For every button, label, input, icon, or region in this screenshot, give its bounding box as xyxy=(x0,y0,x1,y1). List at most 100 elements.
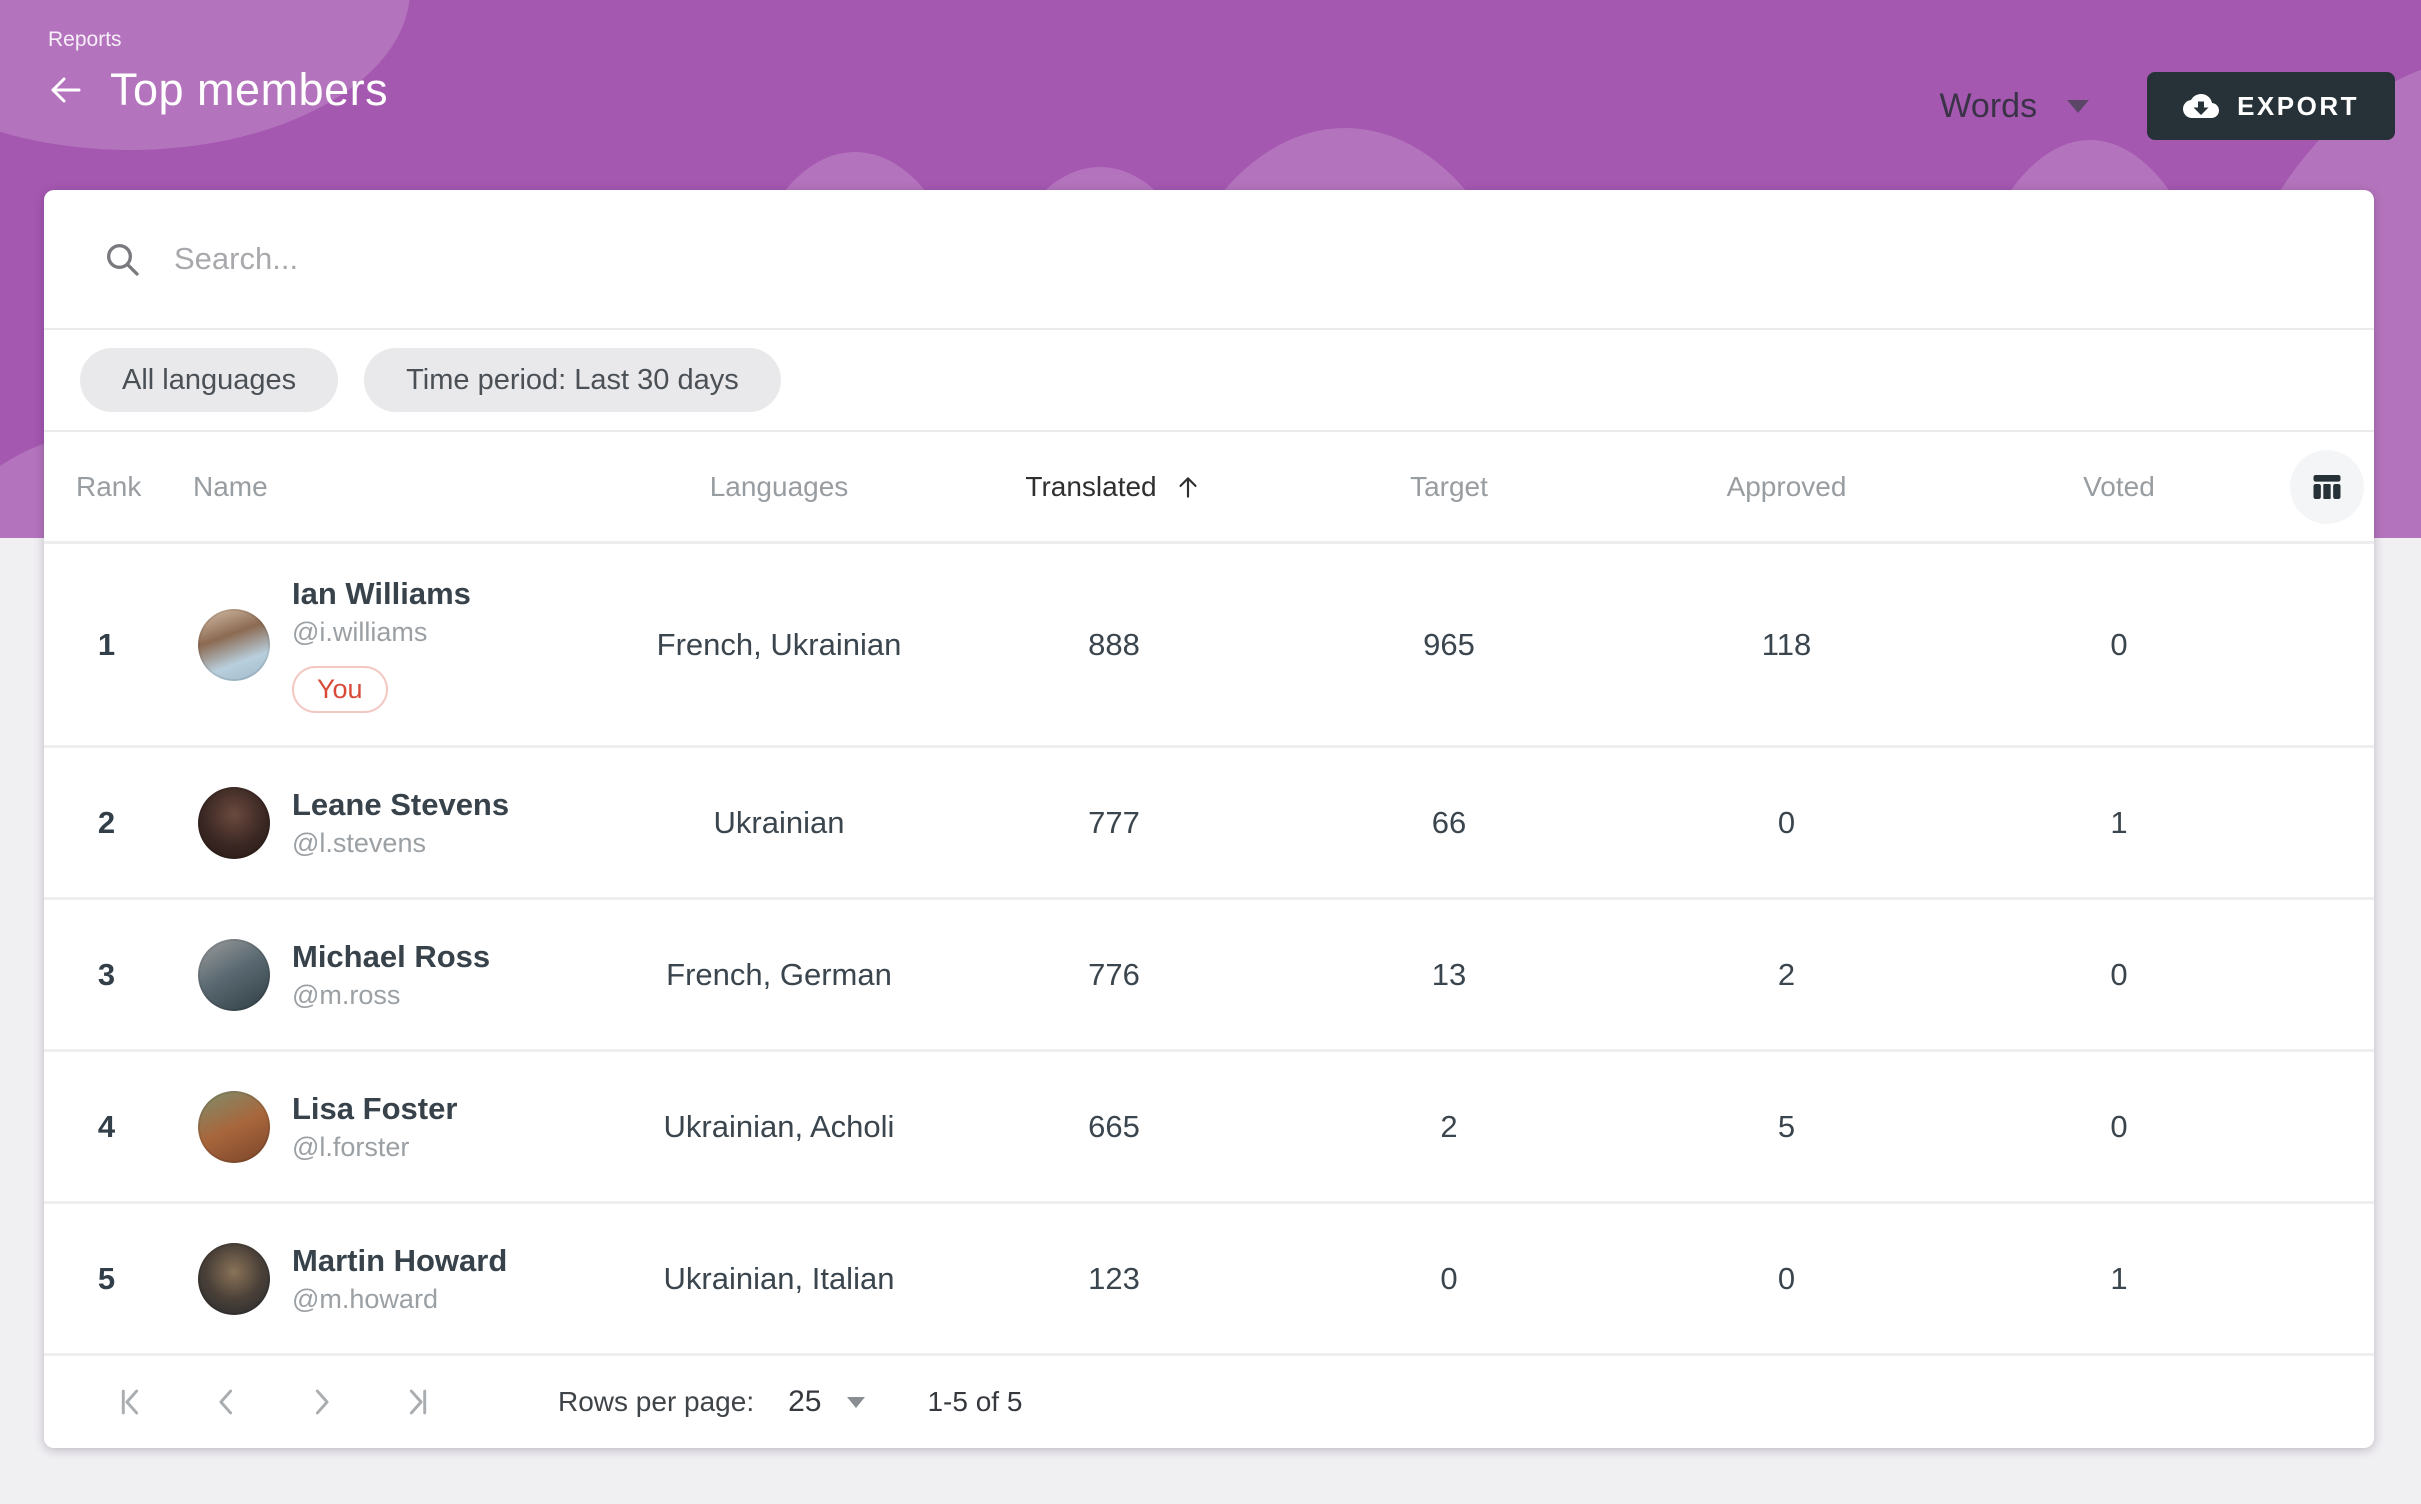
avatar xyxy=(198,609,270,681)
back-button[interactable] xyxy=(40,64,92,116)
last-page-button[interactable] xyxy=(398,1385,432,1419)
filter-chips-row: All languages Time period: Last 30 days xyxy=(44,330,2374,432)
previous-page-button[interactable] xyxy=(210,1385,244,1419)
header-actions: Words EXPORT xyxy=(1939,72,2395,140)
languages-cell: French, Ukrainian xyxy=(609,627,949,663)
chevron-down-icon xyxy=(2067,100,2089,113)
approved-cell: 0 xyxy=(1619,805,1954,841)
column-header-approved[interactable]: Approved xyxy=(1619,471,1954,503)
avatar xyxy=(198,939,270,1011)
search-bar xyxy=(44,190,2374,330)
rank-cell: 1 xyxy=(44,627,169,663)
top-members-report-page: Reports Top members Words EXPORT xyxy=(0,0,2421,1504)
table-row: 3 Michael Ross @m.ross French, German 77… xyxy=(44,900,2374,1052)
member-handle: @i.williams xyxy=(292,617,471,648)
page-title: Top members xyxy=(110,64,388,116)
table-header-row: Rank Name Languages Translated Target Ap… xyxy=(44,432,2374,544)
table-columns-icon xyxy=(2309,469,2345,505)
avatar xyxy=(198,787,270,859)
export-button[interactable]: EXPORT xyxy=(2147,72,2395,140)
pagination-bar: Rows per page: 25 1-5 of 5 xyxy=(44,1356,2374,1448)
table-row: 4 Lisa Foster @l.forster Ukrainian, Acho… xyxy=(44,1052,2374,1204)
translated-cell: 123 xyxy=(949,1261,1279,1297)
target-cell: 965 xyxy=(1279,627,1619,663)
approved-cell: 118 xyxy=(1619,627,1954,663)
member-cell: Leane Stevens @l.stevens xyxy=(169,787,609,859)
cloud-download-icon xyxy=(2183,88,2219,124)
languages-cell: Ukrainian, Italian xyxy=(609,1261,949,1297)
column-header-target[interactable]: Target xyxy=(1279,471,1619,503)
member-handle: @l.forster xyxy=(292,1132,457,1163)
chevron-down-icon xyxy=(847,1397,865,1408)
export-button-label: EXPORT xyxy=(2237,91,2359,122)
report-unit-value: Words xyxy=(1939,87,2037,126)
rows-per-page-label: Rows per page: xyxy=(558,1386,754,1418)
member-cell: Martin Howard @m.howard xyxy=(169,1243,609,1315)
search-input[interactable] xyxy=(172,240,2316,278)
member-handle: @m.howard xyxy=(292,1284,507,1315)
voted-cell: 0 xyxy=(1954,627,2284,663)
breadcrumb[interactable]: Reports xyxy=(48,28,122,52)
chevron-left-icon xyxy=(210,1385,244,1419)
member-name: Martin Howard xyxy=(292,1243,507,1279)
rank-cell: 5 xyxy=(44,1261,169,1297)
target-cell: 2 xyxy=(1279,1109,1619,1145)
column-settings-button[interactable] xyxy=(2290,450,2364,524)
voted-cell: 0 xyxy=(1954,1109,2284,1145)
last-page-icon xyxy=(398,1385,432,1419)
approved-cell: 0 xyxy=(1619,1261,1954,1297)
member-name: Leane Stevens xyxy=(292,787,509,823)
column-header-translated[interactable]: Translated xyxy=(949,471,1279,503)
translated-cell: 776 xyxy=(949,957,1279,993)
voted-cell: 1 xyxy=(1954,1261,2284,1297)
member-name: Lisa Foster xyxy=(292,1091,457,1127)
report-unit-dropdown[interactable]: Words xyxy=(1939,87,2089,126)
translated-cell: 777 xyxy=(949,805,1279,841)
voted-cell: 0 xyxy=(1954,957,2284,993)
you-badge: You xyxy=(292,666,388,713)
avatar xyxy=(198,1091,270,1163)
member-handle: @l.stevens xyxy=(292,828,509,859)
rank-cell: 3 xyxy=(44,957,169,993)
search-icon xyxy=(102,239,142,279)
pagination-range: 1-5 of 5 xyxy=(927,1386,1022,1418)
member-name: Ian Williams xyxy=(292,576,471,612)
column-header-rank[interactable]: Rank xyxy=(44,471,169,503)
first-page-button[interactable] xyxy=(116,1385,150,1419)
rank-cell: 2 xyxy=(44,805,169,841)
rows-per-page-dropdown[interactable]: 25 xyxy=(788,1385,865,1419)
table-row: 5 Martin Howard @m.howard Ukrainian, Ita… xyxy=(44,1204,2374,1356)
target-cell: 0 xyxy=(1279,1261,1619,1297)
table-row: 2 Leane Stevens @l.stevens Ukrainian 777… xyxy=(44,748,2374,900)
translated-cell: 665 xyxy=(949,1109,1279,1145)
avatar xyxy=(198,1243,270,1315)
arrow-left-icon xyxy=(44,68,88,112)
table-row: 1 Ian Williams @i.williams You French, U… xyxy=(44,544,2374,748)
page-title-row: Top members xyxy=(40,64,388,116)
report-card: All languages Time period: Last 30 days … xyxy=(44,190,2374,1448)
languages-cell: French, German xyxy=(609,957,949,993)
filter-chip-time-period[interactable]: Time period: Last 30 days xyxy=(364,348,781,412)
member-name: Michael Ross xyxy=(292,939,490,975)
first-page-icon xyxy=(116,1385,150,1419)
target-cell: 13 xyxy=(1279,957,1619,993)
next-page-button[interactable] xyxy=(304,1385,338,1419)
translated-cell: 888 xyxy=(949,627,1279,663)
member-cell: Ian Williams @i.williams You xyxy=(169,576,609,713)
column-header-name[interactable]: Name xyxy=(169,471,609,503)
filter-chip-languages[interactable]: All languages xyxy=(80,348,338,412)
approved-cell: 2 xyxy=(1619,957,1954,993)
sort-ascending-icon xyxy=(1173,472,1203,502)
column-header-languages[interactable]: Languages xyxy=(609,471,949,503)
approved-cell: 5 xyxy=(1619,1109,1954,1145)
target-cell: 66 xyxy=(1279,805,1619,841)
column-header-translated-label: Translated xyxy=(1025,471,1156,503)
member-cell: Lisa Foster @l.forster xyxy=(169,1091,609,1163)
member-cell: Michael Ross @m.ross xyxy=(169,939,609,1011)
chevron-right-icon xyxy=(304,1385,338,1419)
voted-cell: 1 xyxy=(1954,805,2284,841)
rank-cell: 4 xyxy=(44,1109,169,1145)
member-handle: @m.ross xyxy=(292,980,490,1011)
languages-cell: Ukrainian, Acholi xyxy=(609,1109,949,1145)
column-header-voted[interactable]: Voted xyxy=(1954,471,2284,503)
